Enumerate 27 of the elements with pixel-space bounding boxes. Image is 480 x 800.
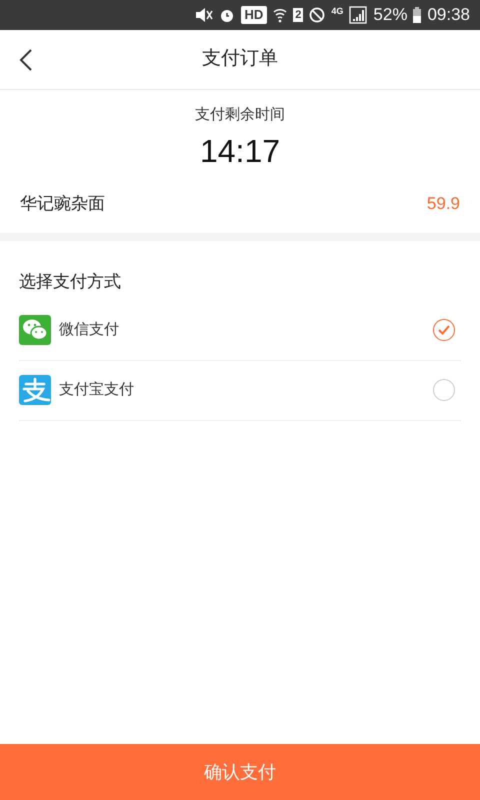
shop-name: 华记豌杂面 <box>20 192 105 215</box>
countdown-label: 支付剩余时间 <box>195 105 285 125</box>
alarm-clock-icon <box>218 7 234 23</box>
blocked-icon <box>309 7 326 23</box>
payment-option[interactable]: 微信支付 <box>19 300 461 360</box>
clock-time: 09:38 <box>427 4 470 26</box>
back-icon <box>19 49 33 71</box>
section-title: 选择支付方式 <box>19 271 121 293</box>
countdown-time: 14:17 <box>200 132 280 170</box>
battery-percent: 52% <box>373 4 408 26</box>
signal-icon <box>349 6 368 24</box>
payment-label: 支付宝支付 <box>59 380 135 400</box>
alipay-logo-icon <box>19 375 51 405</box>
hd-badge: HD <box>240 6 268 24</box>
payment-option[interactable]: 支付宝支付 <box>19 360 461 420</box>
wifi-icon <box>273 7 288 23</box>
muted-speaker-icon <box>194 7 212 23</box>
battery-icon <box>413 7 422 23</box>
order-price: 59.9 <box>426 192 460 215</box>
chat-bubbles-icon <box>19 315 51 345</box>
check-icon <box>438 325 450 335</box>
checked-radio[interactable] <box>433 319 455 341</box>
radio-button[interactable] <box>433 379 455 401</box>
payment-label: 微信支付 <box>59 320 120 340</box>
network-type: 4G <box>331 5 344 18</box>
page-title: 支付订单 <box>202 47 278 72</box>
sim-slot-badge: 2 <box>293 8 304 22</box>
